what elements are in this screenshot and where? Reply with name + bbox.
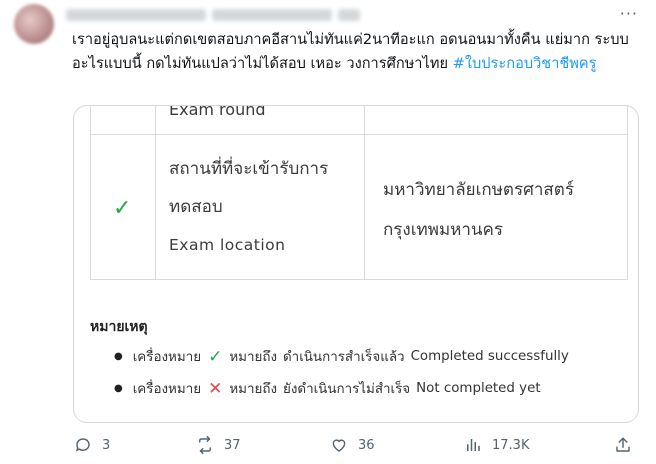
heart-icon [332,439,346,452]
like-button[interactable]: 36 [330,436,375,454]
note-item-completed: ● เครื่องหมาย ✓ หมายถึง ดำเนินการสำเร็จแ… [114,346,569,367]
note-title: หมายเหตุ [90,319,148,335]
reply-count: 3 [102,437,111,453]
hashtag-link[interactable]: #ใบประกอบวิชาชีพครู [453,55,597,72]
like-count: 36 [358,437,375,453]
note-en: Completed successfully [410,349,569,364]
display-name-blurred[interactable] [66,9,206,21]
username-blurred[interactable] [212,9,332,21]
note-prefix: เครื่องหมาย [132,382,202,397]
table-divider [91,134,627,135]
exam-location-th-1: สถานที่ที่จะเข้ารับการ [169,159,329,179]
view-count: 17.3K [492,437,530,453]
exam-location-th-2: ทดสอบ [169,197,223,217]
note-meaning: หมายถึง [229,350,277,365]
note-en: Not completed yet [416,381,541,396]
views-chart-icon [467,439,480,451]
reply-icon [75,438,90,452]
avatar[interactable] [14,4,54,44]
cross-icon: ✕ [208,378,223,399]
tweet-header [66,6,360,24]
bullet-icon: ● [114,351,123,362]
note-meaning: หมายถึง [229,382,277,397]
timestamp-blurred[interactable] [338,9,360,21]
share-icon [616,437,630,452]
reply-button[interactable]: 3 [74,436,110,454]
city-name: กรุงเทพมหานคร [383,220,504,240]
share-button[interactable] [614,436,632,454]
more-options-icon[interactable]: ··· [620,4,638,23]
note-th: ดำเนินการสำเร็จแล้ว [282,350,405,365]
repost-icon [199,436,211,454]
views-button[interactable]: 17.3K [464,436,529,454]
note-item-not-completed: ● เครื่องหมาย ✕ หมายถึง ยังดำเนินการไม่ส… [114,378,541,399]
table-divider [155,106,156,279]
bullet-icon: ● [114,383,123,394]
table-divider [364,106,365,279]
repost-button[interactable]: 37 [196,436,241,454]
exam-round-label: Exam round [169,105,266,119]
exam-location-value: มหาวิทยาลัยเกษตรศาสตร์ กรุงเทพมหานคร [383,170,623,250]
note-prefix: เครื่องหมาย [132,350,202,365]
exam-location-en: Exam location [169,236,286,254]
exam-location-label: สถานที่ที่จะเข้ารับการ ทดสอบ Exam locati… [169,150,359,264]
university-name: มหาวิทยาลัยเกษตรศาสตร์ [383,180,574,200]
tweet-text: เราอยู่อุบลนะแต่กดเขตสอบภาคอีสานไม่ทันแค… [72,28,632,76]
note-th: ยังดำเนินการไม่สำเร็จ [282,382,411,397]
tweet-media-image[interactable]: Exam round ✓ สถานที่ที่จะเข้ารับการ ทดสอ… [73,105,639,423]
repost-count: 37 [224,437,241,453]
exam-table: Exam round ✓ สถานที่ที่จะเข้ารับการ ทดสอ… [90,105,628,280]
check-icon: ✓ [208,346,223,367]
check-icon: ✓ [113,196,132,221]
tweet-actions: 3 37 36 17.3K [74,436,634,458]
